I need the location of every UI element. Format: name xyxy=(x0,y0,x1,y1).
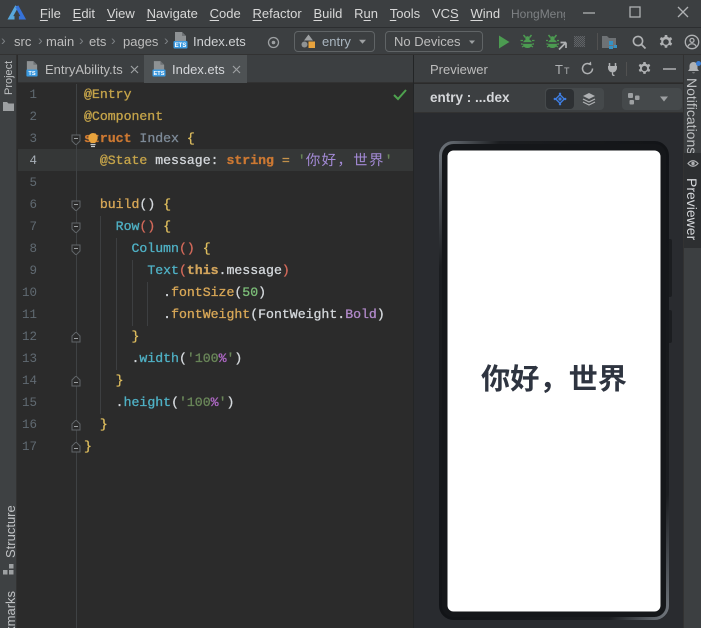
svg-text:ETS: ETS xyxy=(154,71,165,77)
svg-text:T: T xyxy=(555,62,563,76)
svg-text:ETS: ETS xyxy=(175,43,187,49)
svg-text:TS: TS xyxy=(28,71,35,77)
svg-text:T: T xyxy=(564,66,570,76)
